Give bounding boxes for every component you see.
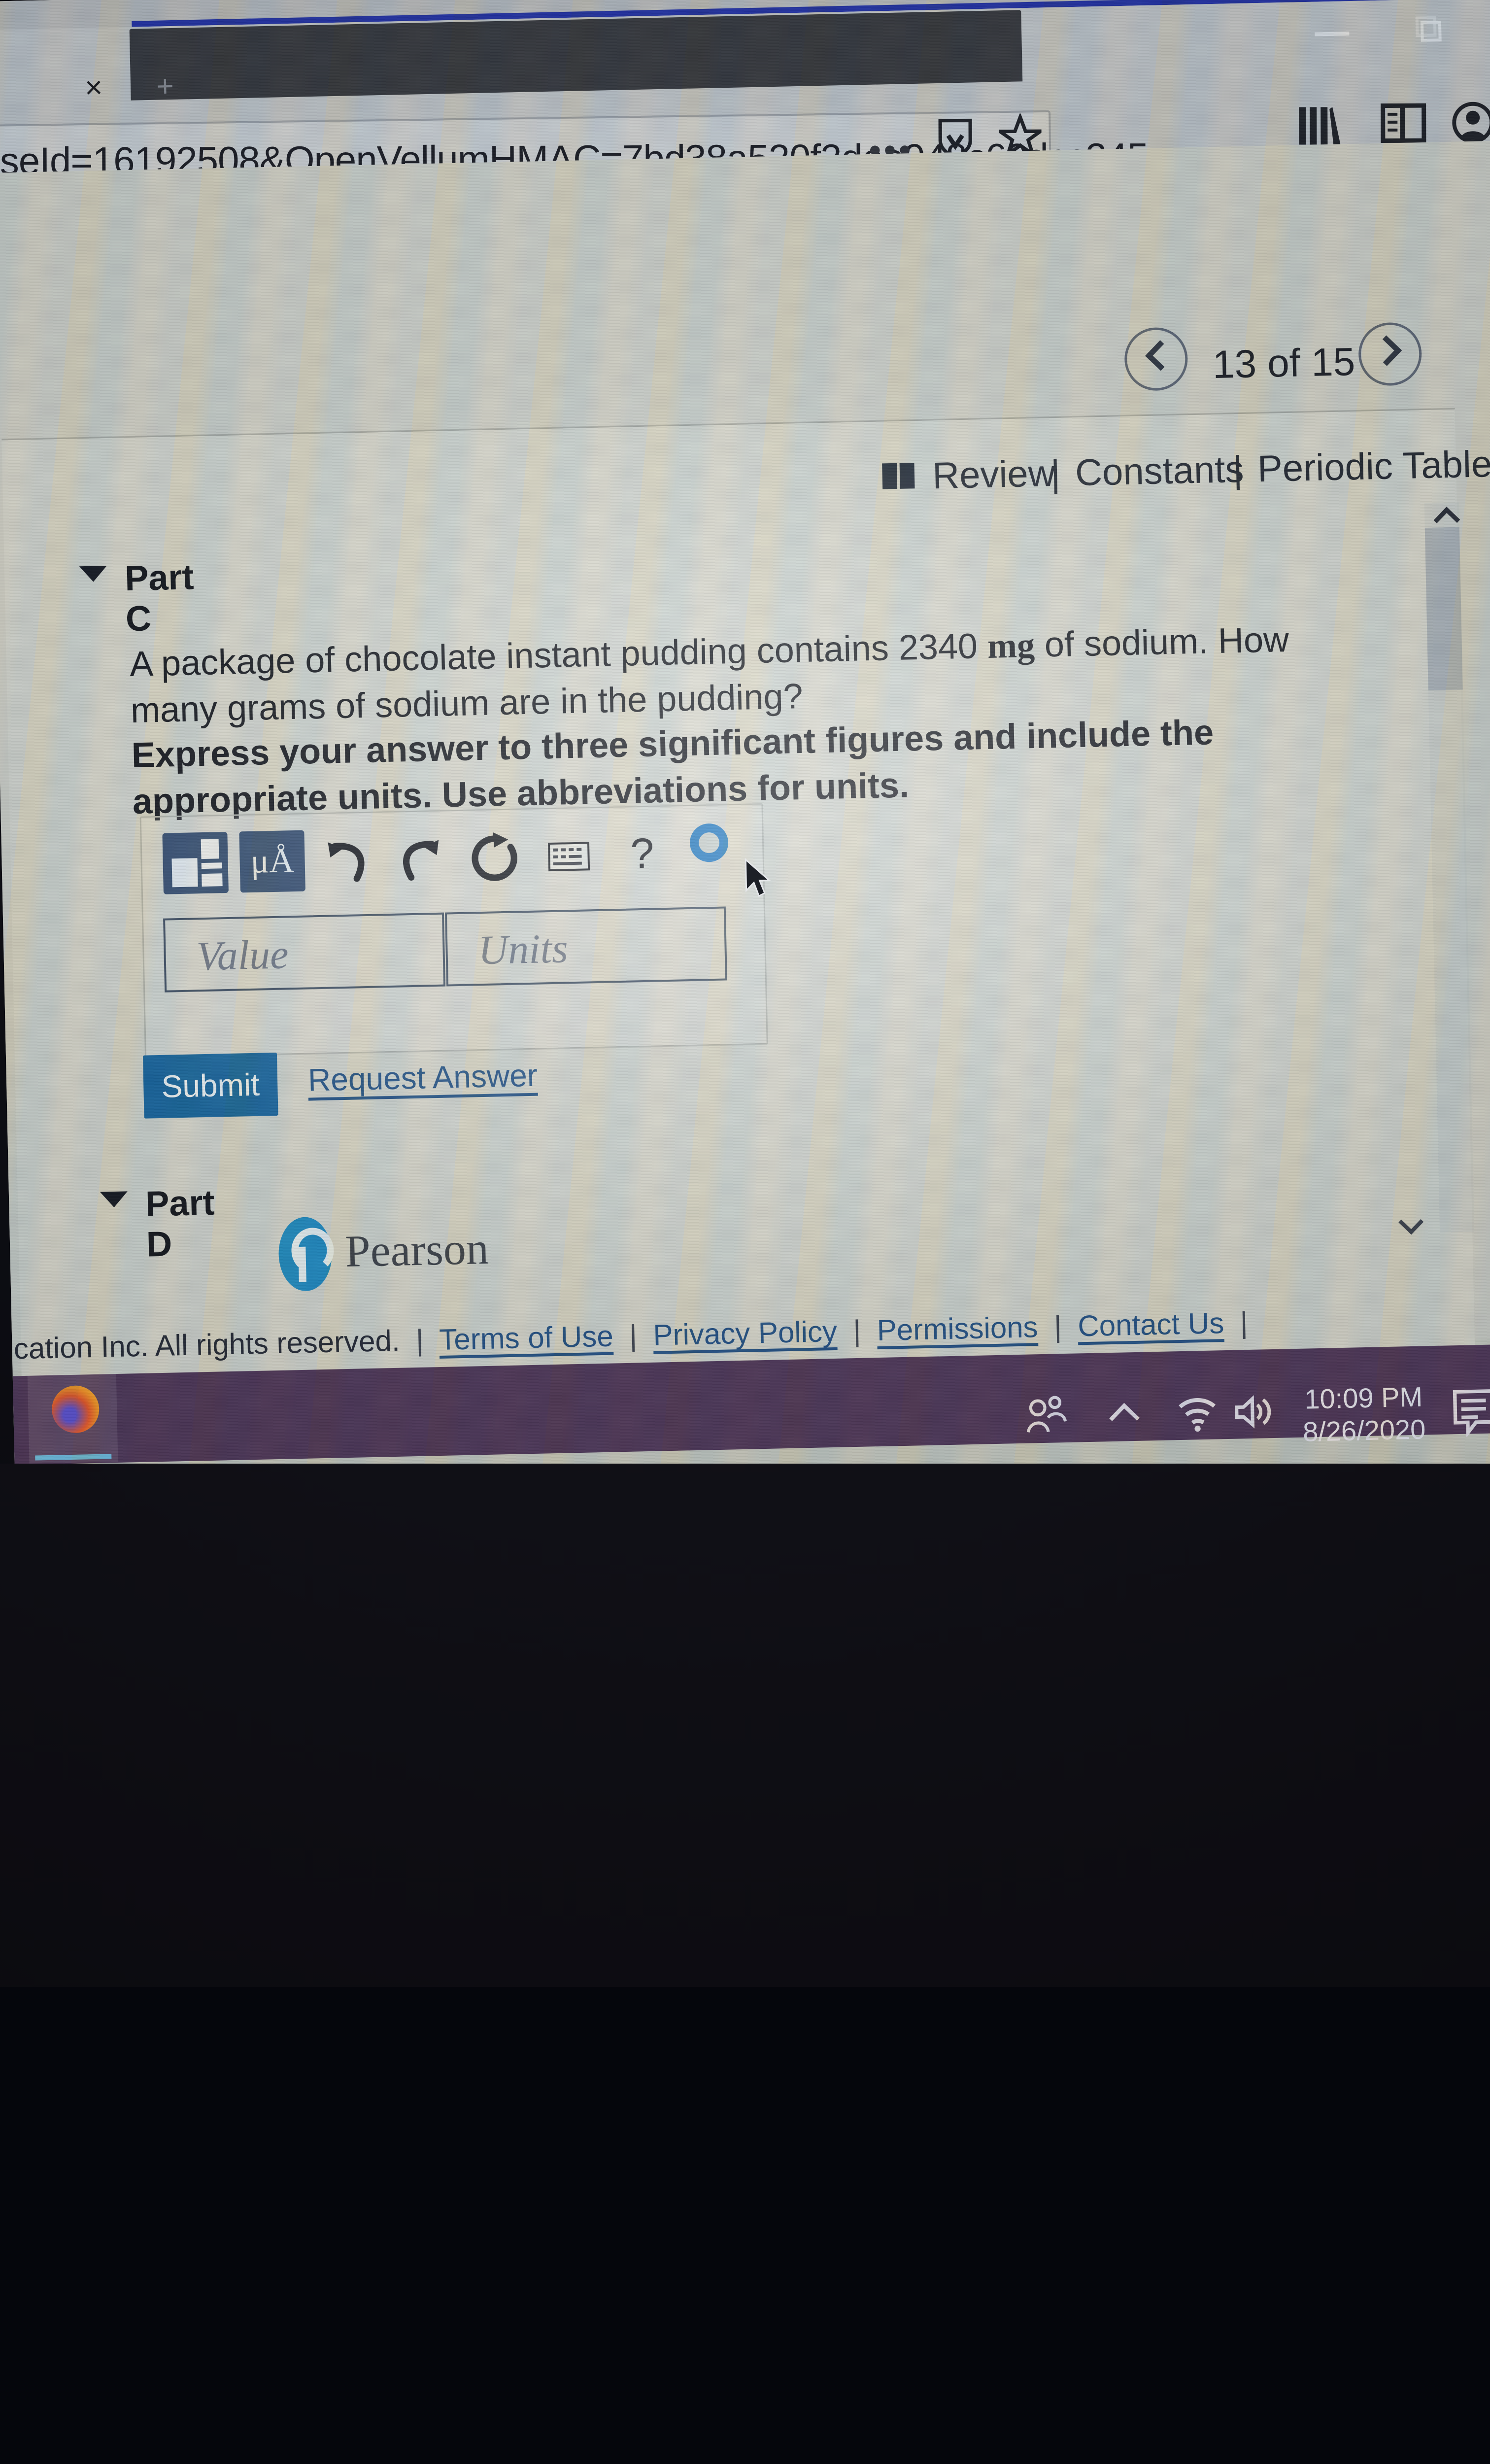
question-unit-mg: mg bbox=[987, 625, 1035, 666]
request-answer-link[interactable]: Request Answer bbox=[307, 1057, 538, 1098]
pearson-logo: Pearson bbox=[278, 1208, 733, 1297]
answer-inputs: Value Units bbox=[163, 906, 746, 992]
pearson-wordmark: Pearson bbox=[344, 1222, 489, 1277]
minimize-icon[interactable] bbox=[1315, 32, 1349, 36]
value-placeholder: Value bbox=[196, 930, 289, 980]
part-c-label: Part C bbox=[124, 557, 195, 639]
permissions-link[interactable]: Permissions bbox=[877, 1310, 1038, 1347]
template-icon[interactable] bbox=[162, 832, 229, 894]
copyright-text: ucation Inc. All rights reserved. bbox=[0, 1324, 400, 1366]
review-link[interactable]: Review bbox=[932, 452, 1055, 497]
resource-separator-1: | bbox=[1050, 452, 1061, 495]
units-button-label: μÅ bbox=[239, 830, 305, 893]
collapse-triangle-icon bbox=[100, 1191, 128, 1207]
monitor-screen: × + urseId=16192508&OpenVellumHMAC=7bd38… bbox=[0, 0, 1490, 1539]
library-icon[interactable] bbox=[1297, 105, 1344, 146]
answer-toolbar: μÅ bbox=[151, 816, 759, 902]
footer-separator-1: | bbox=[621, 1319, 645, 1352]
units-placeholder: Units bbox=[478, 924, 569, 974]
mouse-cursor-icon bbox=[744, 857, 774, 900]
periodic-table-link[interactable]: Periodic Table bbox=[1257, 443, 1490, 490]
footer-separator-0: | bbox=[407, 1323, 432, 1357]
people-icon[interactable] bbox=[1023, 1393, 1069, 1438]
undo-icon[interactable] bbox=[319, 833, 374, 888]
photo-of-monitor: × + urseId=16192508&OpenVellumHMAC=7bd38… bbox=[0, 0, 1490, 1987]
value-input[interactable]: Value bbox=[163, 913, 445, 992]
constants-link[interactable]: Constants bbox=[1075, 448, 1244, 494]
new-tab-icon[interactable]: + bbox=[150, 71, 180, 102]
terms-of-use-link[interactable]: Terms of Use bbox=[439, 1320, 614, 1357]
collapse-triangle-icon bbox=[79, 566, 107, 582]
answer-input-panel: μÅ bbox=[140, 803, 768, 1058]
taskbar-firefox-button[interactable] bbox=[28, 1373, 118, 1464]
previous-question-button[interactable] bbox=[1124, 327, 1188, 391]
question-position-label: 13 of 15 bbox=[1202, 339, 1366, 388]
footer-separator-2: | bbox=[845, 1314, 869, 1347]
sidebar-icon[interactable] bbox=[1381, 103, 1426, 143]
restore-icon[interactable] bbox=[1416, 16, 1442, 42]
scrollbar-thumb[interactable] bbox=[1425, 527, 1463, 690]
contact-us-link[interactable]: Contact Us bbox=[1078, 1306, 1224, 1342]
next-question-button[interactable] bbox=[1358, 322, 1422, 386]
privacy-policy-link[interactable]: Privacy Policy bbox=[653, 1315, 838, 1352]
wifi-icon[interactable] bbox=[1174, 1390, 1219, 1435]
units-button[interactable]: μÅ bbox=[239, 830, 305, 893]
taskbar-time: 10:09 PM bbox=[1282, 1380, 1445, 1416]
chevron-up-icon[interactable] bbox=[1102, 1392, 1147, 1436]
monitor-bezel: D∕LL bbox=[0, 1464, 1490, 1987]
part-d-label: Part D bbox=[145, 1183, 216, 1265]
action-center-icon[interactable] bbox=[1452, 1389, 1490, 1437]
resource-separator-2: | bbox=[1232, 448, 1243, 491]
close-icon[interactable]: × bbox=[79, 73, 109, 103]
help-icon[interactable]: ? bbox=[614, 826, 670, 882]
account-icon[interactable] bbox=[1452, 102, 1490, 143]
taskbar-date: 8/26/2020 bbox=[1283, 1413, 1446, 1449]
submit-button[interactable]: Submit bbox=[143, 1053, 278, 1119]
pearson-p-icon bbox=[278, 1217, 333, 1292]
pagination: 13 of 15 bbox=[1119, 316, 1426, 416]
info-icon[interactable] bbox=[689, 823, 729, 862]
chevron-left-icon bbox=[1145, 340, 1176, 371]
keyboard-icon[interactable] bbox=[541, 828, 596, 883]
reset-icon[interactable] bbox=[467, 829, 522, 885]
taskbar-clock[interactable]: 10:09 PM 8/26/2020 bbox=[1282, 1380, 1446, 1449]
footer-separator-4: | bbox=[1232, 1306, 1256, 1339]
volume-icon[interactable] bbox=[1230, 1389, 1277, 1435]
units-input[interactable]: Units bbox=[445, 906, 727, 986]
book-icon bbox=[880, 462, 917, 490]
footer-separator-3: | bbox=[1046, 1310, 1070, 1343]
chevron-right-icon bbox=[1371, 336, 1402, 366]
firefox-icon bbox=[51, 1385, 100, 1434]
redo-icon[interactable] bbox=[393, 831, 448, 886]
